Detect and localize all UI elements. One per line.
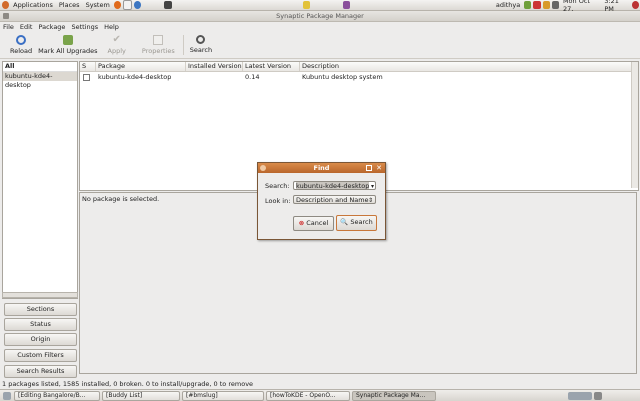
table-row[interactable]: kubuntu-kde4-desktop 0.14 Kubuntu deskto… [80,72,638,82]
select-arrows-icon: ⇕ [367,197,373,204]
filter-list-scrollbar[interactable] [2,292,78,298]
package-table-scrollbar[interactable] [631,62,638,188]
dialog-search-button[interactable]: 🔍 Search [336,215,377,231]
search-combobox[interactable]: kubuntu-kde4-desktop ▾ [293,181,376,190]
notes-icon[interactable] [302,1,310,9]
installed-version-cell [186,72,243,82]
origin-button[interactable]: Origin [4,333,77,346]
reload-icon [16,35,27,45]
user-name[interactable]: adithya [493,1,523,9]
properties-button[interactable]: Properties [142,32,175,58]
find-dialog: Find ✕ Search: kubuntu-kde4-desktop ▾ Lo… [257,162,386,240]
maximize-icon[interactable] [366,165,372,171]
filter-list-item[interactable]: kubuntu-kde4-desktop [3,72,77,89]
task-editing-bangalore[interactable]: [Editing Bangalore/B... [14,390,100,401]
task-buddy-list[interactable]: [Buddy List] [102,390,180,401]
applications-menu[interactable]: Applications [10,1,56,9]
dialog-search-icon: 🔍 [340,218,349,226]
toolbar: Reload Mark All Upgrades ✔ Apply Propert… [0,32,640,59]
lookin-value: Description and Name [296,196,369,204]
description-cell: Kubuntu desktop system [302,73,383,81]
cancel-label: Cancel [306,219,329,227]
reload-label: Reload [10,47,33,55]
find-dialog-title: Find [313,164,330,172]
search-field-value[interactable]: kubuntu-kde4-desktop [296,182,370,189]
task-howtokde[interactable]: [howToKDE - OpenO... [266,390,350,401]
status-alert-icon[interactable] [533,1,541,9]
lookin-select[interactable]: Description and Name ⇕ [293,195,376,204]
toolbar-separator [182,35,184,55]
places-menu[interactable]: Places [56,1,83,9]
latest-version-cell: 0.14 [245,73,260,81]
apply-label: Apply [107,47,126,55]
menu-file[interactable]: File [0,22,17,32]
menubar: File Edit Package Settings Help [0,22,640,32]
status-bar: 1 packages listed, 1585 installed, 0 bro… [2,380,254,388]
filter-list[interactable]: All kubuntu-kde4-desktop [2,61,78,299]
taskbar: [Editing Bangalore/B... [Buddy List] [#b… [0,389,640,401]
window-menu-icon[interactable] [3,13,9,19]
package-table-header: S Package Installed Version Latest Versi… [80,62,638,72]
volume-icon[interactable] [551,1,559,9]
task-synaptic[interactable]: Synaptic Package Ma... [352,390,436,401]
cancel-button[interactable]: ⊗ Cancel [293,216,334,231]
task-bmslug[interactable]: [#bmslug] [182,390,264,401]
apply-button[interactable]: ✔ Apply [108,32,126,58]
window-title: Synaptic Package Manager [276,12,364,20]
search-icon [196,35,206,44]
sections-button[interactable]: Sections [4,303,77,316]
package-checkbox[interactable] [83,74,90,81]
filter-list-header[interactable]: All [3,62,77,72]
menu-package[interactable]: Package [35,22,68,32]
terminal-icon[interactable] [164,1,172,9]
mail-icon[interactable] [122,0,133,10]
dropdown-arrow-icon[interactable]: ▾ [371,182,374,189]
power-icon[interactable] [631,1,639,9]
dialog-search-label: Search [350,218,373,226]
apply-icon: ✔ [112,34,121,45]
mark-all-upgrades-button[interactable]: Mark All Upgrades [38,32,98,58]
help-icon[interactable] [134,1,142,9]
upgrade-icon [62,35,73,45]
status-button[interactable]: Status [4,318,77,331]
column-description[interactable]: Description [300,62,638,71]
close-icon[interactable]: ✕ [376,163,382,173]
firefox-icon[interactable] [113,1,121,9]
search-label: Search [189,46,213,54]
mark-all-upgrades-label: Mark All Upgrades [38,47,98,55]
update-icon[interactable] [542,1,550,9]
details-text: No package is selected. [82,195,160,203]
find-dialog-titlebar: Find ✕ [258,163,385,173]
search-results-button[interactable]: Search Results [4,365,77,378]
custom-filters-button[interactable]: Custom Filters [4,349,77,362]
kde-app-icon[interactable] [342,1,350,9]
dialog-menu-icon[interactable] [260,165,266,171]
column-status[interactable]: S [80,62,96,71]
trash-icon[interactable] [594,391,602,400]
lookin-label: Look in: [265,197,291,205]
column-package[interactable]: Package [96,62,186,71]
properties-label: Properties [141,47,175,55]
top-panel: Applications Places System adithya Mon O… [0,0,640,13]
system-menu[interactable]: System [83,1,113,9]
menu-edit[interactable]: Edit [17,22,36,32]
search-field-label: Search: [265,182,290,190]
cancel-icon: ⊗ [298,219,305,227]
reload-button[interactable]: Reload [10,32,32,58]
show-desktop-icon[interactable] [3,391,11,400]
properties-icon [153,35,164,45]
column-latest-version[interactable]: Latest Version [243,62,300,71]
search-button[interactable]: Search [190,32,212,58]
menu-settings[interactable]: Settings [68,22,101,32]
workspace-switcher-icon[interactable] [568,391,592,400]
ubuntu-logo-icon[interactable] [2,1,10,9]
network-icon[interactable] [524,1,532,9]
package-name-cell: kubuntu-kde4-desktop [98,73,172,81]
window-titlebar: Synaptic Package Manager [0,11,640,22]
column-installed-version[interactable]: Installed Version [186,62,243,71]
menu-help[interactable]: Help [101,22,122,32]
status-cell[interactable] [80,72,96,82]
